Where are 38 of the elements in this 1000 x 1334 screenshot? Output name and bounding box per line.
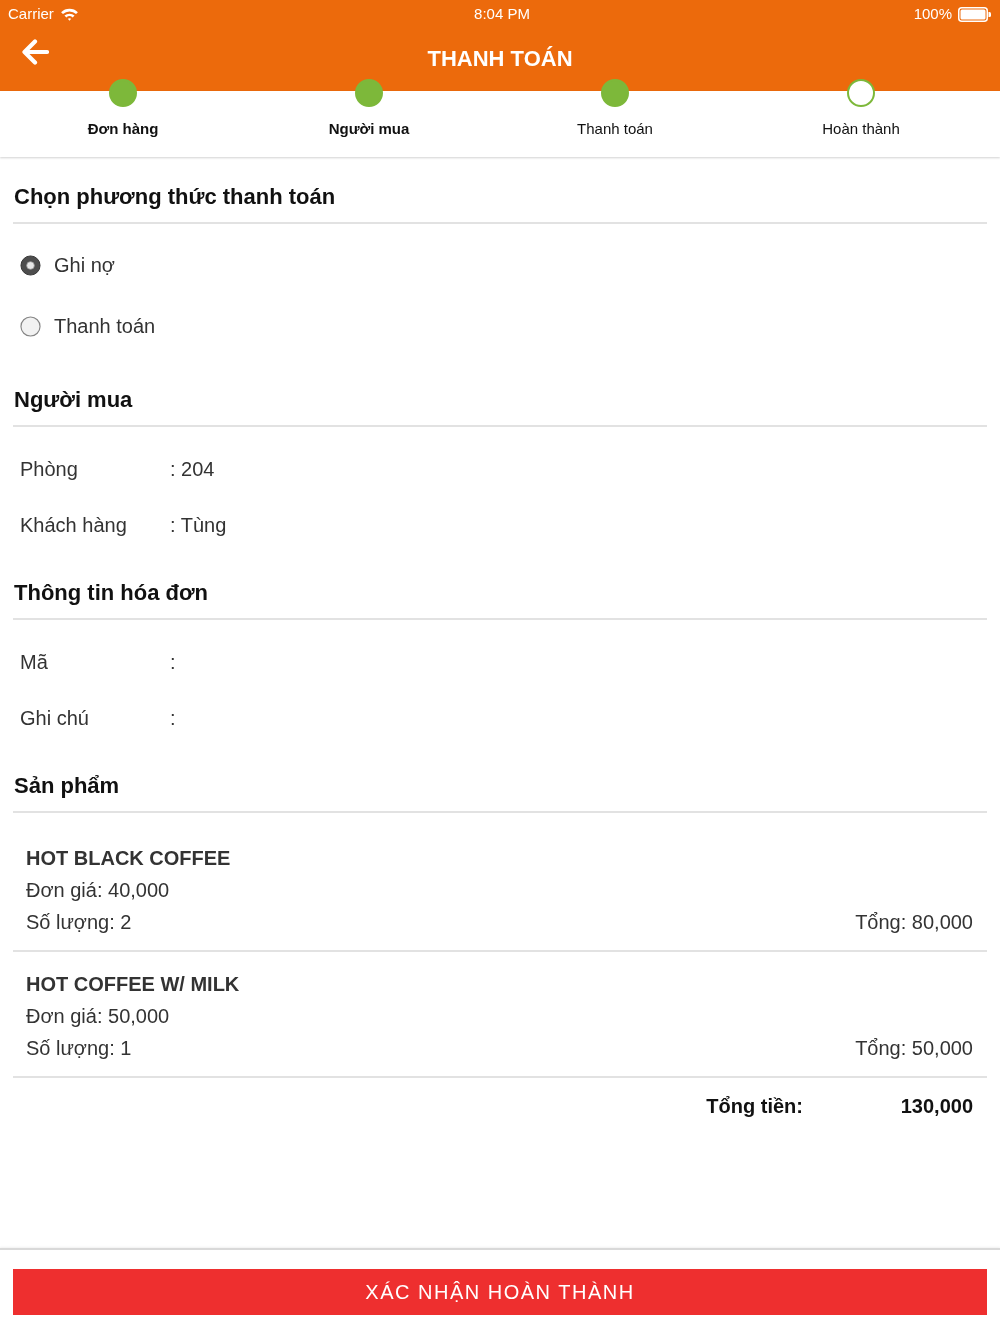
section-heading: Sản phẩm bbox=[13, 772, 120, 800]
arrow-left-icon bbox=[21, 39, 49, 65]
section-heading: Thông tin hóa đơn bbox=[13, 579, 209, 607]
field-value: : bbox=[170, 706, 176, 730]
step-label: Hoàn thành bbox=[822, 119, 900, 139]
section-heading: Người mua bbox=[13, 386, 133, 414]
clock-text: 8:04 PM bbox=[474, 5, 530, 23]
line-total-text: Tổng: 50,000 bbox=[855, 1036, 973, 1061]
field-label: Ghi chú bbox=[20, 706, 89, 730]
step-label: Người mua bbox=[328, 119, 410, 139]
screen-title: THANH TOÁN bbox=[427, 44, 573, 73]
quantity-text: Số lượng: 1 bbox=[26, 1036, 132, 1061]
grand-total-value: 130,000 bbox=[900, 1094, 973, 1119]
carrier-text: Carrier bbox=[8, 5, 54, 23]
battery-icon bbox=[958, 6, 991, 22]
field-label: Phòng bbox=[20, 457, 78, 481]
product-name: HOT BLACK COFFEE bbox=[26, 846, 231, 871]
step-label: Đơn hàng bbox=[87, 119, 159, 139]
unit-price-text: Đơn giá: 50,000 bbox=[26, 1004, 170, 1029]
field-value: : Tùng bbox=[170, 513, 227, 537]
step-label: Thanh toán bbox=[577, 119, 653, 139]
quantity-text: Số lượng: 2 bbox=[26, 910, 132, 935]
field-value: : 204 bbox=[170, 457, 215, 481]
wifi-icon bbox=[59, 7, 79, 21]
section-heading: Chọn phương thức thanh toán bbox=[13, 183, 336, 211]
radio-button[interactable] bbox=[20, 255, 41, 276]
unit-price-text: Đơn giá: 40,000 bbox=[26, 878, 170, 903]
product-name: HOT COFFEE W/ MILK bbox=[26, 972, 240, 997]
grand-total-label: Tổng tiền: bbox=[706, 1094, 803, 1119]
field-label: Khách hàng bbox=[20, 513, 127, 537]
battery-percent-text: 100% bbox=[913, 5, 952, 23]
field-label: Mã bbox=[20, 650, 48, 674]
radio-label: Ghi nợ bbox=[54, 254, 115, 277]
confirm-button[interactable]: XÁC NHẬN HOÀN THÀNH bbox=[13, 1269, 987, 1315]
field-value: : bbox=[170, 650, 176, 674]
radio-button[interactable] bbox=[20, 316, 41, 337]
radio-label: Thanh toán bbox=[54, 315, 156, 338]
line-total-text: Tổng: 80,000 bbox=[855, 910, 973, 935]
